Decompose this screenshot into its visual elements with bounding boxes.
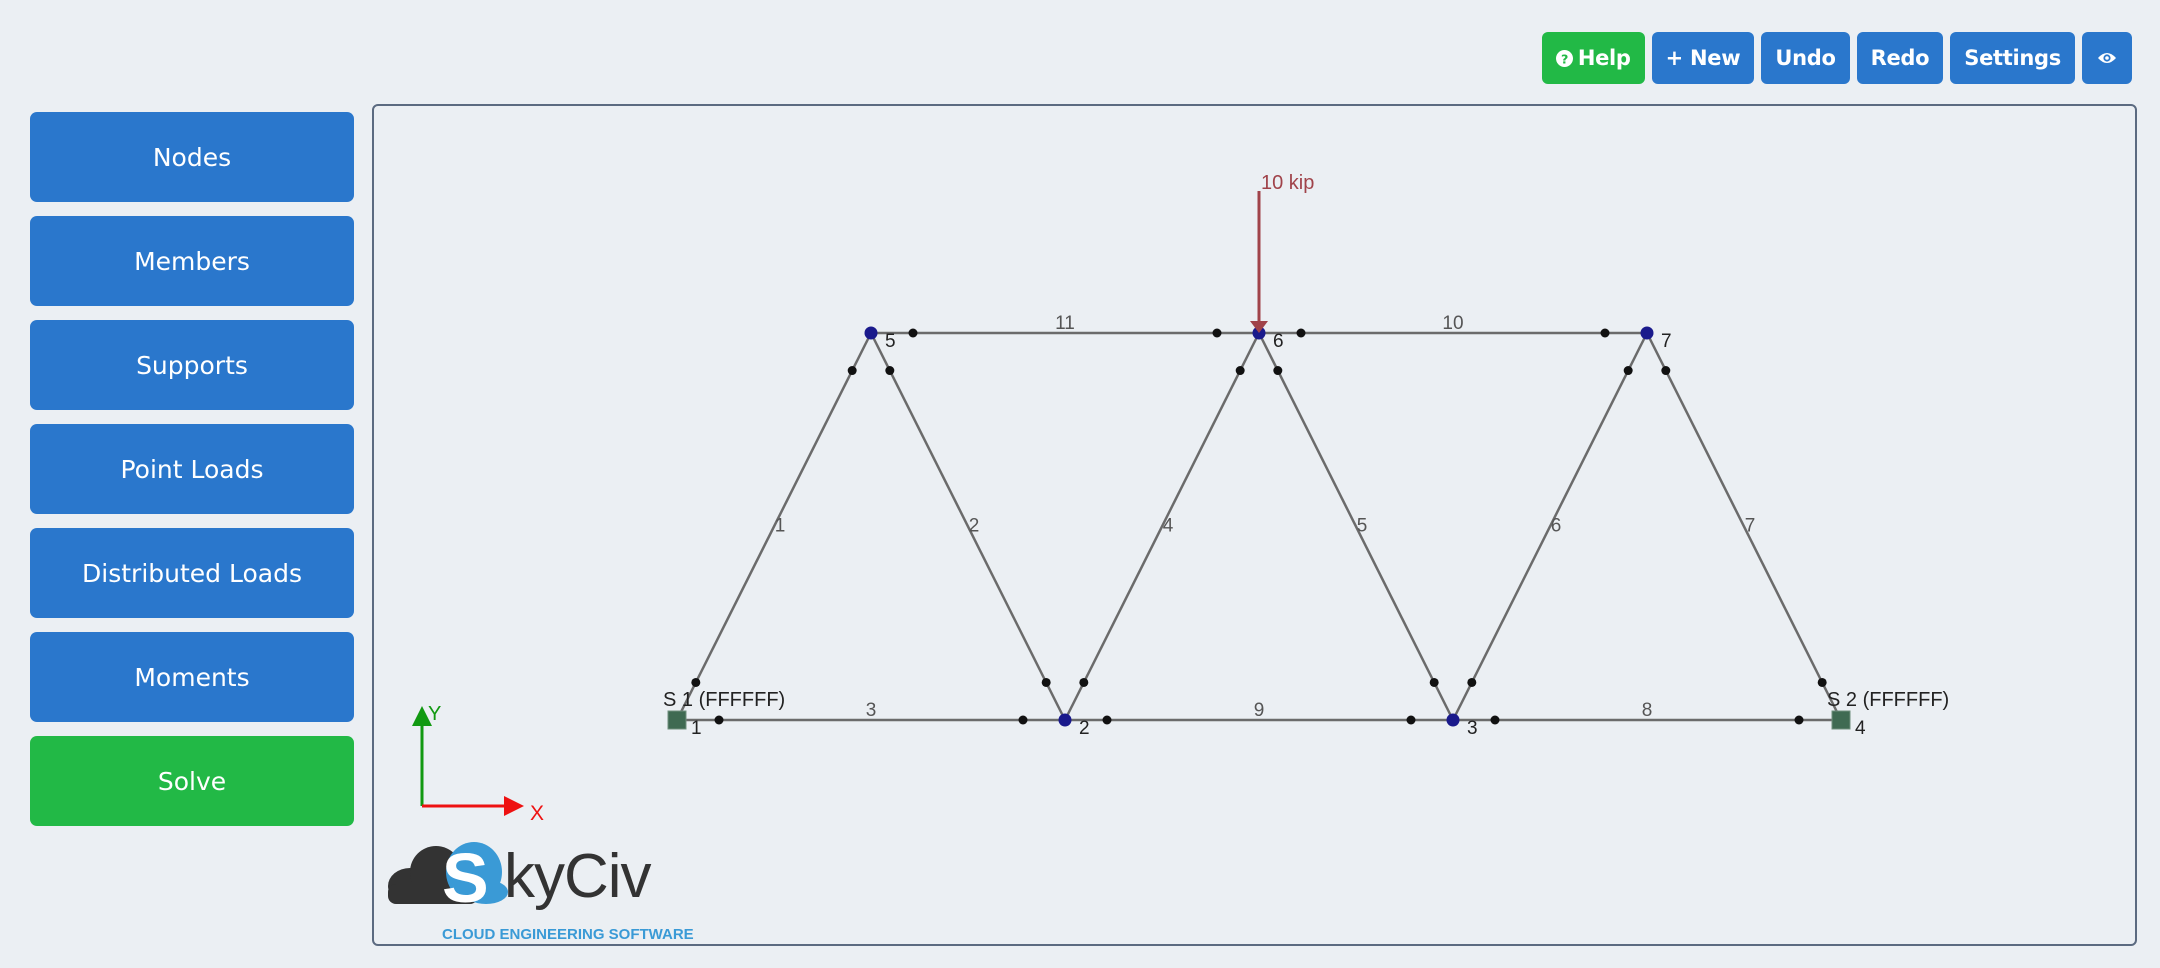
member-2[interactable]: 2: [869, 332, 1067, 721]
question-circle-icon: ?: [1555, 49, 1573, 67]
member-end-handle[interactable]: [1794, 715, 1804, 725]
settings-button[interactable]: Settings: [1950, 32, 2075, 84]
member-end-handle[interactable]: [1235, 366, 1245, 376]
new-button[interactable]: + New: [1651, 32, 1755, 84]
member-11[interactable]: 11: [871, 313, 1259, 338]
node-2[interactable]: 2: [1058, 713, 1090, 740]
toolbar: ? Help + New Undo Redo Settings: [1541, 32, 2132, 84]
node-label: 4: [1855, 718, 1866, 739]
member-label: 3: [866, 700, 877, 721]
view-toggle-button[interactable]: [2082, 32, 2132, 84]
member-label: 8: [1642, 700, 1653, 721]
logo-name: kyCiv: [504, 842, 652, 911]
node-4[interactable]: 4: [1855, 718, 1866, 739]
load-label: 10 kip: [1261, 172, 1314, 194]
point-load-6[interactable]: 10 kip: [1250, 172, 1314, 333]
model-canvas[interactable]: 1 2 3 4 5 6 7 8 9 10 11 S 1 (FFFFFF) S 2 (FFFFFF) 1…: [372, 104, 2137, 946]
member-end-handle[interactable]: [1661, 366, 1671, 376]
member-end-handle[interactable]: [1429, 677, 1439, 687]
nodes-button[interactable]: Nodes: [30, 112, 354, 202]
eye-icon: [2097, 46, 2117, 70]
member-end-handle[interactable]: [1296, 328, 1306, 338]
member-label: 2: [969, 516, 980, 537]
node-1[interactable]: 1: [691, 718, 702, 739]
member-end-handle[interactable]: [1102, 715, 1112, 725]
node-marker[interactable]: [1446, 713, 1460, 727]
member-6[interactable]: 6: [1451, 332, 1649, 721]
support-label: S 2 (FFFFFF): [1827, 689, 1949, 711]
svg-text:S: S: [442, 839, 489, 917]
structure-drawing[interactable]: 1 2 3 4 5 6 7 8 9 10 11 S 1 (FFFFFF) S 2 (FFFFFF) 1…: [374, 106, 2137, 946]
solve-button[interactable]: Solve: [30, 736, 354, 826]
member-end-handle[interactable]: [1490, 715, 1500, 725]
node-marker[interactable]: [864, 326, 878, 340]
node-label: 3: [1467, 718, 1478, 739]
support-4[interactable]: S 2 (FFFFFF): [1827, 689, 1949, 730]
node-label: 5: [885, 331, 896, 352]
member-1[interactable]: 1: [675, 332, 873, 721]
redo-button[interactable]: Redo: [1856, 32, 1944, 84]
member-9[interactable]: 9: [1065, 700, 1453, 725]
member-end-handle[interactable]: [1600, 328, 1610, 338]
member-label: 4: [1163, 516, 1174, 537]
svg-text:?: ?: [1561, 52, 1568, 67]
member-end-handle[interactable]: [908, 328, 918, 338]
member-end-handle[interactable]: [1041, 677, 1051, 687]
node-label: 2: [1079, 718, 1090, 739]
member-end-handle[interactable]: [1212, 328, 1222, 338]
skyciv-logo: S kyCiv CLOUD ENGINEERING SOFTWARE: [388, 839, 694, 943]
member-end-handle[interactable]: [847, 366, 857, 376]
member-label: 11: [1055, 313, 1075, 334]
node-marker[interactable]: [1640, 326, 1654, 340]
x-axis-arrow-icon: [504, 796, 524, 816]
supports-button[interactable]: Supports: [30, 320, 354, 410]
member-label: 5: [1357, 516, 1368, 537]
member-end-handle[interactable]: [1406, 715, 1416, 725]
member-label: 10: [1442, 313, 1463, 334]
logo-tagline: CLOUD ENGINEERING SOFTWARE: [442, 926, 694, 943]
support-label: S 1 (FFFFFF): [663, 689, 785, 711]
member-end-handle[interactable]: [1817, 677, 1827, 687]
member-end-handle[interactable]: [1623, 366, 1633, 376]
member-end-handle[interactable]: [1079, 677, 1089, 687]
node-label: 7: [1661, 331, 1672, 352]
member-end-handle[interactable]: [885, 366, 895, 376]
fixed-support-icon[interactable]: [667, 710, 687, 730]
arrow-down-icon: [1250, 321, 1268, 333]
member-label: 9: [1254, 700, 1265, 721]
help-button[interactable]: ? Help: [1541, 32, 1645, 84]
member-end-handle[interactable]: [1273, 366, 1283, 376]
member-end-handle[interactable]: [1467, 677, 1477, 687]
member-7[interactable]: 7: [1645, 332, 1843, 721]
member-end-handle[interactable]: [1018, 715, 1028, 725]
node-label: 6: [1273, 331, 1284, 352]
x-axis-label: X: [530, 802, 544, 825]
fixed-support-icon[interactable]: [1831, 710, 1851, 730]
member-label: 7: [1745, 516, 1756, 537]
point-loads-button[interactable]: Point Loads: [30, 424, 354, 514]
members-button[interactable]: Members: [30, 216, 354, 306]
axes-indicator: Y X: [412, 703, 544, 825]
member-end-handle[interactable]: [691, 677, 701, 687]
member-8[interactable]: 8: [1453, 700, 1841, 725]
distributed-loads-button[interactable]: Distributed Loads: [30, 528, 354, 618]
node-label: 1: [691, 718, 702, 739]
member-4[interactable]: 4: [1063, 332, 1261, 721]
y-axis-label: Y: [428, 703, 441, 725]
node-marker[interactable]: [1058, 713, 1072, 727]
help-label: Help: [1577, 46, 1631, 70]
member-label: 1: [775, 516, 786, 537]
member-label: 6: [1551, 516, 1562, 537]
cloud-logo-icon: S: [388, 839, 508, 917]
member-end-handle[interactable]: [714, 715, 724, 725]
sidebar: Nodes Members Supports Point Loads Distr…: [30, 112, 354, 840]
node-3[interactable]: 3: [1446, 713, 1478, 740]
member-5[interactable]: 5: [1257, 332, 1455, 721]
support-1[interactable]: S 1 (FFFFFF): [663, 689, 785, 730]
moments-button[interactable]: Moments: [30, 632, 354, 722]
undo-button[interactable]: Undo: [1761, 32, 1850, 84]
member-10[interactable]: 10: [1259, 313, 1647, 338]
